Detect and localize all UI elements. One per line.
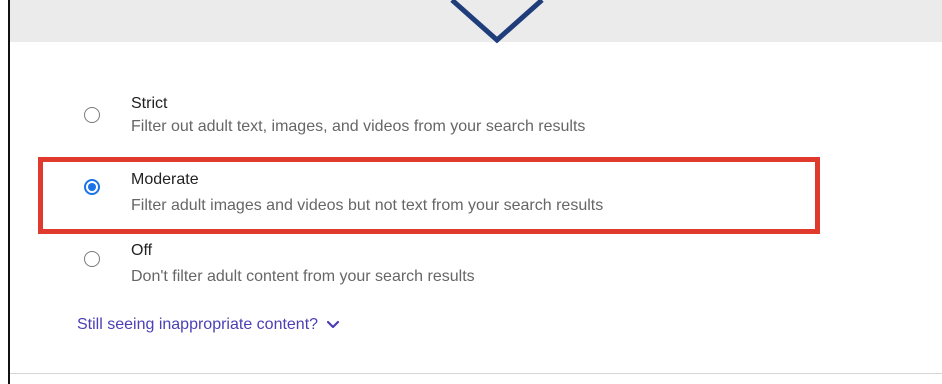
option-description-moderate: Filter adult images and videos but not t… <box>131 197 604 214</box>
panel-divider <box>10 373 942 374</box>
radio-off[interactable] <box>84 251 100 267</box>
safe-search-option-off[interactable]: Off Don't filter adult content from your… <box>10 242 942 294</box>
settings-panel: Strict Filter out adult text, images, an… <box>8 0 942 384</box>
radio-strict[interactable] <box>84 107 100 123</box>
chevron-down-icon <box>326 320 340 328</box>
radio-moderate[interactable] <box>84 179 100 195</box>
option-title-off: Off <box>131 242 153 259</box>
inappropriate-content-link[interactable]: Still seeing inappropriate content? <box>77 316 340 334</box>
chevron-down-icon <box>450 0 544 44</box>
inappropriate-content-link-text: Still seeing inappropriate content? <box>77 316 319 333</box>
safe-search-option-strict[interactable]: Strict Filter out adult text, images, an… <box>10 94 942 146</box>
option-description-strict: Filter out adult text, images, and video… <box>131 118 586 135</box>
option-title-moderate: Moderate <box>131 171 199 188</box>
option-title-strict: Strict <box>131 95 168 112</box>
option-description-off: Don't filter adult content from your sea… <box>131 268 475 285</box>
safe-search-option-moderate[interactable]: Moderate Filter adult images and videos … <box>10 170 942 222</box>
